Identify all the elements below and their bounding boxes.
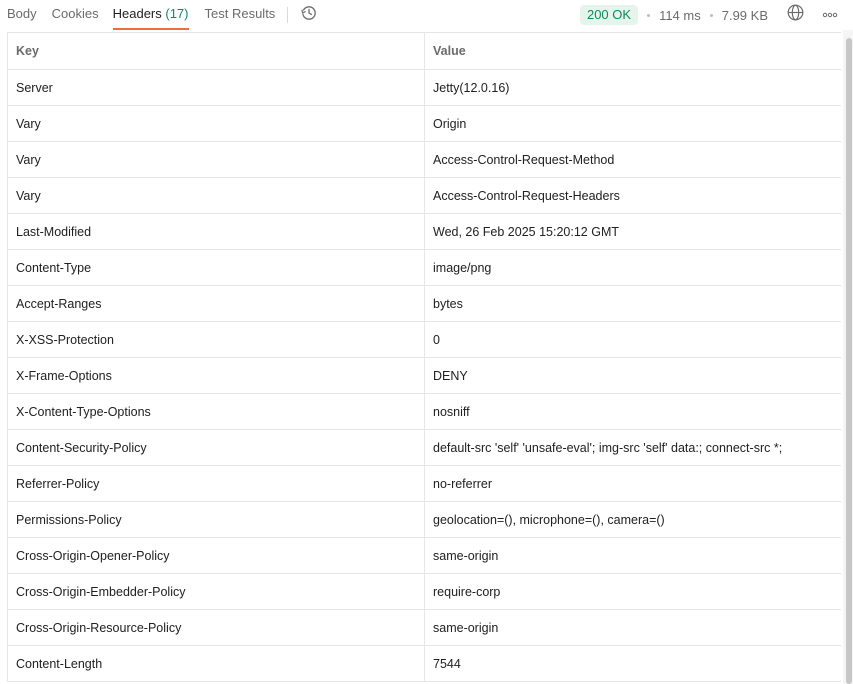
header-key[interactable]: Cross-Origin-Embedder-Policy <box>7 573 425 610</box>
table-row: Server Jetty(12.0.16) <box>7 69 841 106</box>
tab-test-results[interactable]: Test Results <box>205 0 276 30</box>
scrollbar-thumb[interactable] <box>846 38 852 684</box>
response-status-area: 200 OK 114 ms 7.99 KB <box>579 0 853 30</box>
header-key[interactable]: Referrer-Policy <box>7 465 425 502</box>
header-value[interactable]: Jetty(12.0.16) <box>424 69 841 106</box>
network-info-button[interactable] <box>786 4 804 26</box>
header-value[interactable]: geolocation=(), microphone=(), camera=() <box>424 501 841 538</box>
header-value[interactable]: no-referrer <box>424 465 841 502</box>
header-key[interactable]: Permissions-Policy <box>7 501 425 538</box>
headers-table: Key Value Server Jetty(12.0.16) Vary Ori… <box>7 32 841 682</box>
column-header-value: Value <box>424 32 841 70</box>
table-row: Content-Security-Policy default-src 'sel… <box>7 429 841 466</box>
header-value[interactable]: Wed, 26 Feb 2025 15:20:12 GMT <box>424 213 841 250</box>
response-panel: Body Cookies Headers (17) Test Results 2… <box>0 0 853 684</box>
table-row: Content-Length 7544 <box>7 645 841 682</box>
header-value[interactable]: DENY <box>424 357 841 394</box>
header-key[interactable]: X-Frame-Options <box>7 357 425 394</box>
table-row: Accept-Ranges bytes <box>7 285 841 322</box>
tab-cookies[interactable]: Cookies <box>52 0 99 30</box>
header-key[interactable]: Vary <box>7 177 425 214</box>
header-value[interactable]: 7544 <box>424 645 841 682</box>
header-key[interactable]: Cross-Origin-Resource-Policy <box>7 609 425 646</box>
response-size[interactable]: 7.99 KB <box>722 8 768 23</box>
header-key[interactable]: Vary <box>7 105 425 142</box>
header-key[interactable]: Content-Security-Policy <box>7 429 425 466</box>
table-row: Last-Modified Wed, 26 Feb 2025 15:20:12 … <box>7 213 841 250</box>
header-value[interactable]: bytes <box>424 285 841 322</box>
tab-headers-label: Headers <box>112 6 162 21</box>
header-value[interactable]: same-origin <box>424 537 841 574</box>
headers-table-container: Key Value Server Jetty(12.0.16) Vary Ori… <box>7 32 841 684</box>
header-key[interactable]: Server <box>7 69 425 106</box>
header-key[interactable]: Content-Length <box>7 645 425 682</box>
separator-dot <box>647 13 651 17</box>
tab-body[interactable]: Body <box>7 0 37 30</box>
tab-headers[interactable]: Headers (17) <box>112 0 189 30</box>
table-row: Permissions-Policy geolocation=(), micro… <box>7 501 841 538</box>
more-horizontal-icon <box>822 6 838 24</box>
table-row: Cross-Origin-Opener-Policy same-origin <box>7 537 841 574</box>
header-value[interactable]: Access-Control-Request-Method <box>424 141 841 178</box>
table-row: Vary Access-Control-Request-Headers <box>7 177 841 214</box>
table-row: Content-Type image/png <box>7 249 841 286</box>
more-options-button[interactable] <box>822 7 838 23</box>
table-row: X-Frame-Options DENY <box>7 357 841 394</box>
header-value[interactable]: nosniff <box>424 393 841 430</box>
history-icon <box>301 5 317 26</box>
header-key[interactable]: X-Content-Type-Options <box>7 393 425 430</box>
response-tabs: Body Cookies Headers (17) Test Results <box>0 0 318 30</box>
table-row: X-XSS-Protection 0 <box>7 321 841 358</box>
table-row: Cross-Origin-Resource-Policy same-origin <box>7 609 841 646</box>
table-row: Vary Access-Control-Request-Method <box>7 141 841 178</box>
table-row: Vary Origin <box>7 105 841 142</box>
header-value[interactable]: Origin <box>424 105 841 142</box>
header-key[interactable]: Cross-Origin-Opener-Policy <box>7 537 425 574</box>
globe-icon <box>787 4 804 26</box>
vertical-scrollbar[interactable] <box>843 30 853 684</box>
toolbar-divider <box>287 7 289 23</box>
header-value[interactable]: Access-Control-Request-Headers <box>424 177 841 214</box>
header-key[interactable]: Content-Type <box>7 249 425 286</box>
column-header-key: Key <box>7 32 425 70</box>
response-time[interactable]: 114 ms <box>659 8 701 23</box>
header-value[interactable]: default-src 'self' 'unsafe-eval'; img-sr… <box>424 429 841 466</box>
table-header-row: Key Value <box>7 32 841 70</box>
header-value[interactable]: require-corp <box>424 573 841 610</box>
header-key[interactable]: Last-Modified <box>7 213 425 250</box>
separator-dot <box>709 13 713 17</box>
header-key[interactable]: Accept-Ranges <box>7 285 425 322</box>
history-button[interactable] <box>300 5 318 26</box>
table-row: Referrer-Policy no-referrer <box>7 465 841 502</box>
header-value[interactable]: image/png <box>424 249 841 286</box>
table-row: X-Content-Type-Options nosniff <box>7 393 841 430</box>
header-key[interactable]: X-XSS-Protection <box>7 321 425 358</box>
table-row: Cross-Origin-Embedder-Policy require-cor… <box>7 573 841 610</box>
header-key[interactable]: Vary <box>7 141 425 178</box>
header-value[interactable]: same-origin <box>424 609 841 646</box>
response-toolbar: Body Cookies Headers (17) Test Results 2… <box>0 0 853 30</box>
header-value[interactable]: 0 <box>424 321 841 358</box>
status-badge[interactable]: 200 OK <box>579 5 639 25</box>
tab-headers-count: (17) <box>165 6 189 21</box>
